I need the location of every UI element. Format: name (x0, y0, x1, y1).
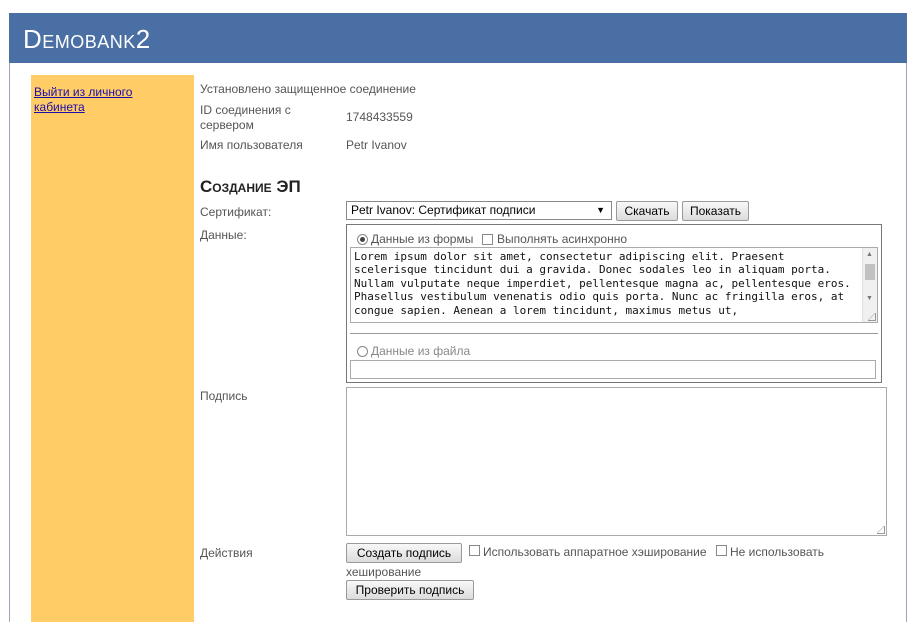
textarea-scrollbar[interactable]: ▲ ▼ (862, 248, 877, 322)
connection-status: Установлено защищенное соединение (200, 82, 416, 96)
hw-hash-label: Использовать аппаратное хэширование (483, 545, 707, 559)
from-form-label: Данные из формы (371, 232, 474, 246)
data-textarea[interactable]: Lorem ipsum dolor sit amet, consectetur … (350, 247, 878, 323)
brand-logo: Demobank2 (23, 24, 151, 54)
no-hash-checkbox[interactable] (716, 545, 727, 556)
create-signature-button[interactable]: Создать подпись (346, 543, 462, 563)
certificate-select[interactable]: Petr Ivanov: Сертификат подписи ▼ (346, 201, 612, 220)
no-hash-label-line1: Не использовать (730, 545, 824, 559)
hw-hash-checkbox[interactable] (469, 545, 480, 556)
async-label: Выполнять асинхронно (497, 232, 628, 246)
from-file-label: Данные из файла (371, 344, 471, 358)
download-button[interactable]: Скачать (616, 201, 678, 221)
section-title: Создание ЭП (200, 177, 301, 196)
async-checkbox[interactable] (482, 234, 493, 245)
scroll-up-icon[interactable]: ▲ (866, 251, 873, 258)
from-form-radio[interactable] (357, 234, 368, 245)
dropdown-arrow-icon: ▼ (596, 205, 605, 215)
resize-handle-icon[interactable] (877, 526, 885, 534)
show-button[interactable]: Показать (682, 201, 749, 221)
scroll-thumb[interactable] (865, 264, 875, 280)
certificate-label: Сертификат: (200, 205, 272, 219)
file-input[interactable] (350, 360, 876, 379)
signature-textarea[interactable] (346, 387, 887, 536)
actions-label: Действия (200, 546, 253, 560)
verify-signature-button[interactable]: Проверить подпись (346, 580, 474, 600)
scroll-down-icon[interactable]: ▼ (866, 295, 873, 302)
certificate-selected-value: Petr Ivanov: Сертификат подписи (351, 203, 536, 217)
connection-id-label: ID соединения с сервером (200, 103, 291, 132)
username-label: Имя пользователя (200, 138, 303, 152)
data-label: Данные: (200, 228, 247, 242)
no-hash-label-line2: хеширование (346, 565, 422, 579)
logout-link[interactable]: Выйти из личного кабинета (34, 85, 184, 115)
from-file-radio[interactable] (357, 346, 368, 357)
data-text: Lorem ipsum dolor sit amet, consectetur … (354, 250, 858, 317)
username-value: Petr Ivanov (346, 138, 407, 152)
header-bar: Demobank2 (9, 13, 907, 63)
signature-label: Подпись (200, 389, 248, 403)
divider (350, 333, 878, 334)
sidebar: Выйти из личного кабинета (31, 75, 194, 622)
data-fieldset: Данные из формы Выполнять асинхронно Lor… (346, 224, 882, 383)
connection-id-value: 1748433559 (346, 110, 413, 124)
resize-handle-icon[interactable] (868, 313, 876, 321)
